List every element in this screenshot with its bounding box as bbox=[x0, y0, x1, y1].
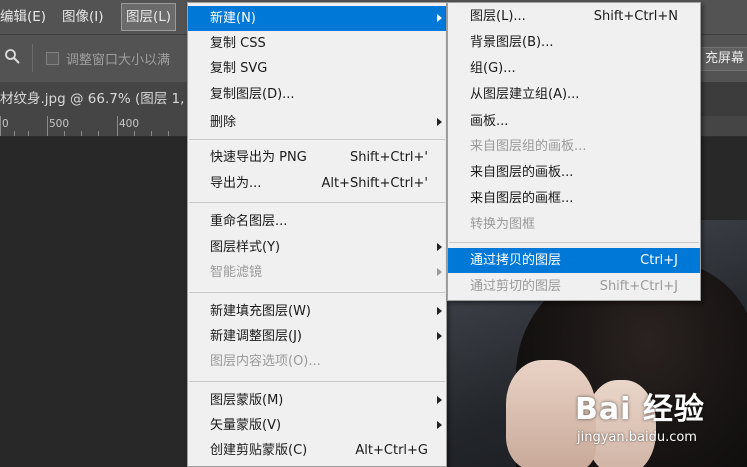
submenu-arrow-icon bbox=[437, 332, 442, 340]
submenu-arrow-icon bbox=[437, 118, 442, 126]
submenu-item-background-layer[interactable]: 背景图层(B)... bbox=[448, 30, 700, 55]
submenu-item-artboard-from-group: 来自图层组的画板... bbox=[470, 139, 587, 154]
menu-item-rename-layer[interactable]: 重命名图层... bbox=[188, 209, 446, 234]
submenu-item-artboard-from-layers[interactable]: 来自图层的画板... bbox=[448, 160, 700, 185]
menu-divider bbox=[189, 202, 445, 203]
menu-item-new[interactable]: 新建(N) bbox=[188, 6, 446, 31]
submenu-arrow-icon bbox=[437, 421, 442, 429]
resize-window-label: 调整窗口大小以满 bbox=[66, 53, 171, 68]
menu-item-new-fill-layer[interactable]: 新建填充图层(W) bbox=[188, 299, 446, 324]
menu-divider bbox=[189, 381, 445, 382]
ruler-label: 500 bbox=[49, 118, 70, 130]
menu-item-copy-svg[interactable]: 复制 SVG bbox=[188, 56, 446, 81]
layer-menu: 新建(N) 复制 CSS 复制 SVG 复制图层(D)... 删除 快速导出为 … bbox=[187, 2, 447, 467]
menu-item-vector-mask[interactable]: 矢量蒙版(V) bbox=[188, 413, 446, 438]
baidu-watermark: Bai 经验 jingyan.baidu.com bbox=[575, 384, 745, 456]
menu-item-layer-style[interactable]: 图层样式(Y) bbox=[188, 235, 446, 260]
watermark-main: Bai 经验 bbox=[575, 392, 705, 427]
document-tab[interactable]: 材纹身.jpg @ 66.7% (图层 1, bbox=[0, 82, 200, 116]
zoom-icon[interactable] bbox=[4, 48, 20, 64]
menu-item-delete[interactable]: 删除 bbox=[188, 110, 446, 135]
menu-item-copy-css[interactable]: 复制 CSS bbox=[188, 31, 446, 56]
menu-item-smart-filter: 智能滤镜 bbox=[188, 260, 446, 285]
menu-item-layer-mask[interactable]: 图层蒙版(M) bbox=[188, 388, 446, 413]
new-submenu: 图层(L)... Shift+Ctrl+N 背景图层(B)... 组(G)... … bbox=[447, 2, 701, 301]
menu-divider bbox=[449, 242, 699, 243]
menu-item-new-adjustment-layer[interactable]: 新建调整图层(J) bbox=[188, 324, 446, 349]
watermark-url: jingyan.baidu.com bbox=[577, 430, 697, 445]
submenu-arrow-icon bbox=[437, 14, 442, 22]
menu-item-layer-content-options: 图层内容选项(O)... bbox=[210, 354, 321, 369]
submenu-item-group-from-layers[interactable]: 从图层建立组(A)... bbox=[448, 82, 700, 107]
menu-image[interactable]: 图像(I) bbox=[62, 0, 104, 34]
menu-edit[interactable]: 编辑(E) bbox=[0, 0, 46, 34]
fill-screen-button[interactable]: 充屏幕 bbox=[700, 47, 747, 71]
submenu-item-layer-via-copy[interactable]: 通过拷贝的图层 Ctrl+J bbox=[448, 248, 700, 273]
menu-divider bbox=[189, 139, 445, 140]
submenu-item-layer[interactable]: 图层(L)... Shift+Ctrl+N bbox=[448, 4, 700, 29]
menu-item-export-as[interactable]: 导出为... Alt+Shift+Ctrl+' bbox=[188, 171, 446, 196]
ruler-label: 400 bbox=[119, 118, 140, 130]
submenu-arrow-icon bbox=[437, 243, 442, 251]
menu-layer[interactable]: 图层(L) bbox=[121, 3, 177, 31]
submenu-item-artboard[interactable]: 画板... bbox=[448, 109, 700, 134]
options-divider bbox=[32, 44, 33, 72]
submenu-arrow-icon bbox=[437, 268, 442, 276]
submenu-item-group[interactable]: 组(G)... bbox=[448, 56, 700, 81]
menu-divider bbox=[189, 292, 445, 293]
menu-item-create-clipping-mask[interactable]: 创建剪贴蒙版(C) Alt+Ctrl+G bbox=[188, 438, 446, 463]
menu-item-duplicate-layer[interactable]: 复制图层(D)... bbox=[188, 82, 446, 107]
submenu-item-frame-from-layers[interactable]: 来自图层的画框... bbox=[448, 186, 700, 211]
resize-window-checkbox[interactable] bbox=[46, 52, 59, 65]
ruler-label: 0 bbox=[2, 118, 9, 130]
menu-item-quick-export-png[interactable]: 快速导出为 PNG Shift+Ctrl+' bbox=[188, 145, 446, 170]
submenu-item-convert-to-frame: 转换为图框 bbox=[470, 217, 536, 232]
submenu-arrow-icon bbox=[437, 396, 442, 404]
submenu-item-layer-via-cut: 通过剪切的图层 Shift+Ctrl+J bbox=[470, 279, 678, 294]
submenu-arrow-icon bbox=[437, 307, 442, 315]
